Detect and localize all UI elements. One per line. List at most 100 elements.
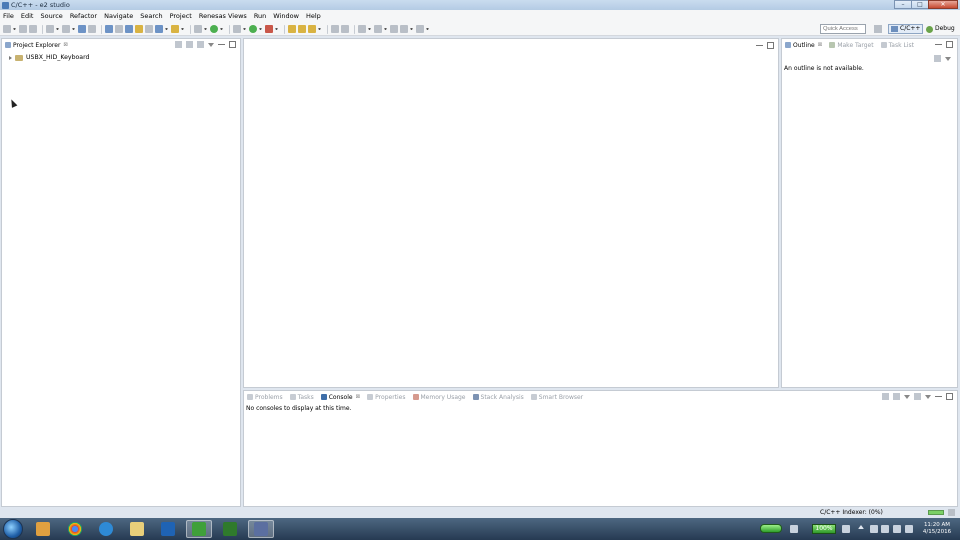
menu-source[interactable]: Source — [40, 12, 62, 20]
refresh-dropdown-icon[interactable] — [220, 27, 223, 31]
refresh-icon[interactable] — [210, 25, 218, 33]
minimize-editor-icon[interactable] — [756, 42, 763, 46]
display-console-icon[interactable] — [893, 393, 900, 400]
last-edit-icon[interactable] — [390, 25, 398, 33]
minimize-button[interactable]: – — [894, 0, 912, 9]
new-icon[interactable] — [3, 25, 11, 33]
show-hidden-icons-icon[interactable] — [858, 525, 864, 529]
build-icon[interactable] — [46, 25, 54, 33]
view-menu-icon[interactable] — [208, 43, 214, 47]
taskbar-outlook[interactable] — [155, 520, 181, 538]
open-console-icon[interactable] — [914, 393, 921, 400]
taskbar-camtasia-recorder[interactable] — [186, 520, 212, 538]
volume-icon[interactable] — [905, 525, 913, 533]
view-dropdown-icon[interactable] — [165, 27, 168, 31]
pencil-icon[interactable] — [135, 25, 143, 33]
save-icon[interactable] — [19, 25, 27, 33]
connect-icon[interactable] — [125, 25, 133, 33]
tab-properties[interactable]: Properties — [367, 394, 406, 401]
history-back-icon[interactable] — [194, 25, 202, 33]
taskbar-media-player[interactable] — [30, 520, 56, 538]
expand-arrow-icon[interactable] — [9, 55, 12, 60]
minimize-view-icon[interactable] — [935, 393, 942, 397]
tab-memory-usage[interactable]: Memory Usage — [412, 394, 466, 401]
close-tab-icon[interactable]: ⊠ — [356, 394, 361, 400]
system-clock[interactable]: 11:20 AM 4/15/2016 — [918, 522, 956, 536]
close-button[interactable]: ✕ — [928, 0, 958, 9]
open-perspective-icon[interactable] — [874, 25, 882, 33]
save-all-icon[interactable] — [29, 25, 37, 33]
run-icon[interactable] — [249, 25, 257, 33]
back-dropdown-icon[interactable] — [410, 27, 413, 31]
open-type-icon[interactable] — [298, 25, 306, 33]
prev-annotation-dropdown-icon[interactable] — [384, 27, 387, 31]
close-tab-icon[interactable]: ⊠ — [818, 42, 823, 48]
tab-stack-analysis[interactable]: Stack Analysis — [472, 394, 524, 401]
menu-refactor[interactable]: Refactor — [70, 12, 97, 20]
taskbar-file-explorer[interactable] — [124, 520, 150, 538]
pin-console-icon[interactable] — [882, 393, 889, 400]
minimize-view-icon[interactable] — [218, 41, 225, 45]
display-console-dropdown-icon[interactable] — [904, 395, 910, 399]
network-share-icon[interactable] — [790, 525, 798, 533]
config-icon[interactable] — [115, 25, 123, 33]
menu-window[interactable]: Window — [273, 12, 299, 20]
taskbar-internet-explorer[interactable] — [93, 520, 119, 538]
history-dropdown-icon[interactable] — [204, 27, 207, 31]
outline-view-menu-icon[interactable] — [945, 57, 951, 61]
menu-navigate[interactable]: Navigate — [104, 12, 133, 20]
display-icon[interactable] — [842, 525, 850, 533]
minimize-view-icon[interactable] — [935, 41, 942, 45]
open-folder-icon[interactable] — [288, 25, 296, 33]
editor-area[interactable] — [243, 38, 779, 388]
package-dropdown-icon[interactable] — [181, 27, 184, 31]
chip-icon[interactable] — [105, 25, 113, 33]
menu-help[interactable]: Help — [306, 12, 321, 20]
tab-smart-browser[interactable]: Smart Browser — [530, 394, 583, 401]
view-icon[interactable] — [155, 25, 163, 33]
build-dropdown-icon[interactable] — [56, 27, 59, 31]
toggle-block-icon[interactable] — [341, 25, 349, 33]
search-icon[interactable] — [308, 25, 316, 33]
tab-console[interactable]: Console ⊠ — [320, 394, 361, 401]
power-icon[interactable] — [893, 525, 901, 533]
outline-sort-icon[interactable] — [934, 55, 941, 62]
terminal-icon[interactable] — [145, 25, 153, 33]
run-dropdown-icon[interactable] — [259, 27, 262, 31]
close-tab-icon[interactable]: ⊠ — [63, 42, 68, 48]
filter-icon[interactable] — [197, 41, 204, 48]
back-arrow-icon[interactable] — [400, 25, 408, 33]
search-dropdown-icon[interactable] — [318, 27, 321, 31]
debug-config-dropdown-icon[interactable] — [243, 27, 246, 31]
next-annotation-dropdown-icon[interactable] — [368, 27, 371, 31]
maximize-view-icon[interactable] — [946, 393, 953, 400]
menu-file[interactable]: File — [3, 12, 14, 20]
start-button[interactable] — [3, 519, 23, 539]
quick-access-input[interactable] — [820, 24, 866, 34]
maximize-button[interactable]: □ — [911, 0, 929, 9]
progress-view-icon[interactable] — [948, 509, 955, 516]
menu-search[interactable]: Search — [140, 12, 162, 20]
menu-run[interactable]: Run — [254, 12, 266, 20]
menu-project[interactable]: Project — [170, 12, 192, 20]
tab-problems[interactable]: Problems — [247, 394, 283, 401]
external-tools-icon[interactable] — [265, 25, 273, 33]
usb-device-icon[interactable] — [881, 525, 889, 533]
tree-item-project[interactable]: USBX_HID_Keyboard — [9, 54, 89, 61]
menu-renesas-views[interactable]: Renesas Views — [199, 12, 247, 20]
maximize-editor-icon[interactable] — [767, 42, 774, 49]
new-dropdown-icon[interactable] — [13, 27, 16, 31]
forward-dropdown-icon[interactable] — [426, 27, 429, 31]
clean-icon[interactable] — [62, 25, 70, 33]
debug-config-icon[interactable] — [233, 25, 241, 33]
hammer-icon[interactable] — [78, 25, 86, 33]
menu-edit[interactable]: Edit — [21, 12, 34, 20]
package-icon[interactable] — [171, 25, 179, 33]
perspective-debug-button[interactable]: Debug — [926, 24, 955, 34]
maximize-view-icon[interactable] — [946, 41, 953, 48]
tab-task-list[interactable]: Task List — [880, 42, 914, 49]
clean-dropdown-icon[interactable] — [72, 27, 75, 31]
battery-indicator-icon[interactable] — [760, 524, 782, 533]
perspective-cpp-button[interactable]: C/C++ — [888, 24, 923, 34]
tab-tasks[interactable]: Tasks — [289, 394, 314, 401]
